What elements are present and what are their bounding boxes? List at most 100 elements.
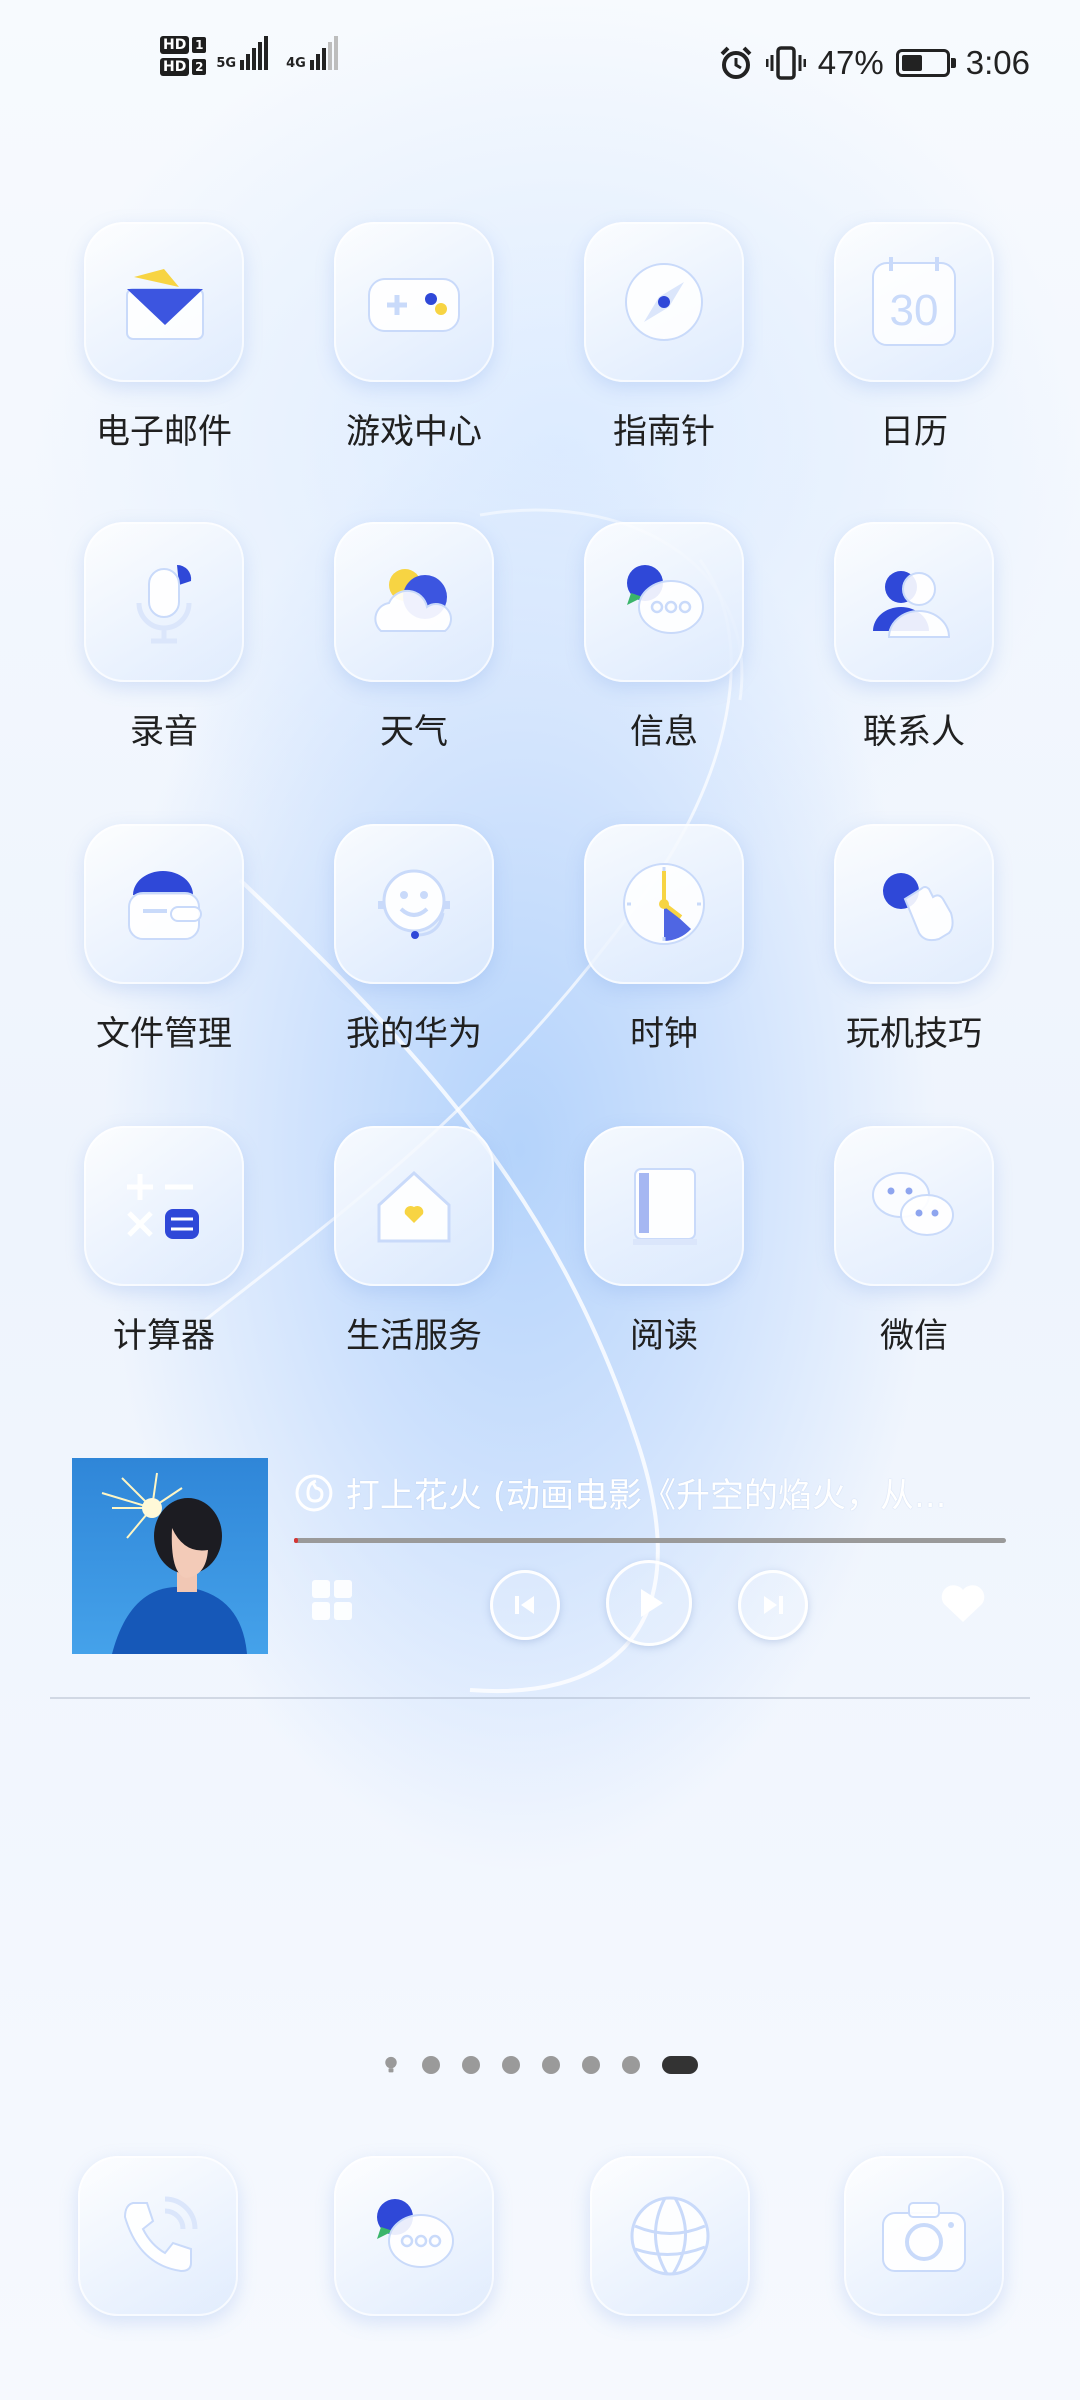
contacts-icon <box>873 571 951 638</box>
signal-area: HD 1 HD 2 5G 4G <box>160 36 338 76</box>
smiley-headset-icon <box>378 869 450 939</box>
app-my-huawei[interactable]: 我的华为 <box>304 824 524 1055</box>
sim2-signal: 4G <box>286 36 338 70</box>
battery-fill <box>901 55 922 71</box>
app-game-center[interactable]: 游戏中心 <box>304 222 524 453</box>
app-contacts[interactable]: 联系人 <box>804 522 1024 753</box>
app-tile[interactable] <box>834 824 994 984</box>
app-tile[interactable] <box>84 522 244 682</box>
app-email[interactable]: 电子邮件 <box>54 222 274 453</box>
tips-bulb-icon[interactable] <box>382 2056 400 2074</box>
hd-badge: HD <box>160 58 190 76</box>
clock-icon <box>623 863 705 945</box>
app-label: 信息 <box>630 712 698 752</box>
app-label: 计算器 <box>113 1316 215 1356</box>
app-tile[interactable] <box>334 824 494 984</box>
app-tile[interactable]: 30 <box>834 222 994 382</box>
widget-divider <box>50 1697 1030 1699</box>
book-icon <box>633 1168 697 1245</box>
song-row: 打上花火 (动画电影《升空的焰火，从... <box>294 1468 1004 1517</box>
hd-badge: HD <box>160 36 190 54</box>
app-tile[interactable] <box>334 1126 494 1286</box>
page-dot[interactable] <box>622 2056 640 2074</box>
progress-bar[interactable] <box>294 1538 1006 1543</box>
app-label: 我的华为 <box>346 1014 482 1054</box>
app-files[interactable]: 文件管理 <box>54 824 274 1055</box>
gamepad-icon <box>368 278 460 332</box>
app-clock[interactable]: 时钟 <box>554 824 774 1055</box>
next-icon <box>764 1596 783 1614</box>
app-tile[interactable] <box>334 222 494 382</box>
dock-phone[interactable] <box>78 2156 238 2316</box>
dock-messages[interactable] <box>334 2156 494 2316</box>
previous-icon <box>515 1596 534 1614</box>
play-icon <box>641 1589 663 1617</box>
dock-camera[interactable] <box>844 2156 1004 2316</box>
dock-browser[interactable] <box>590 2156 750 2316</box>
app-tile[interactable] <box>834 522 994 682</box>
app-tile[interactable] <box>584 824 744 984</box>
status-right: 47% 3:06 <box>718 44 1030 82</box>
app-tile[interactable] <box>84 824 244 984</box>
sim1-hd: HD 1 <box>160 36 207 54</box>
page-dot[interactable] <box>582 2056 600 2074</box>
app-calculator[interactable]: 计算器 <box>54 1126 274 1357</box>
page-indicator[interactable] <box>0 2056 1080 2074</box>
album-cover[interactable] <box>72 1458 268 1654</box>
app-label: 联系人 <box>863 712 965 752</box>
weather-icon <box>374 569 452 632</box>
microphone-icon <box>136 564 192 644</box>
page-dot[interactable] <box>502 2056 520 2074</box>
sim2-hd: HD 2 <box>160 58 207 76</box>
page-dot[interactable] <box>422 2056 440 2074</box>
calculator-icon <box>127 1174 199 1239</box>
folder-icon <box>128 871 202 940</box>
battery-percent: 47% <box>817 44 884 81</box>
song-title[interactable]: 打上花火 (动画电影《升空的焰火，从... <box>346 1468 1004 1517</box>
calendar-icon: 30 <box>872 257 956 346</box>
sim1-network-type: 5G <box>216 56 237 71</box>
app-reader[interactable]: 阅读 <box>554 1126 774 1357</box>
previous-button[interactable] <box>490 1570 560 1640</box>
app-wechat[interactable]: 微信 <box>804 1126 1024 1357</box>
app-label: 天气 <box>380 712 448 752</box>
page-dot[interactable] <box>542 2056 560 2074</box>
app-label: 文件管理 <box>96 1014 232 1054</box>
app-tile[interactable] <box>584 222 744 382</box>
app-tile[interactable] <box>334 522 494 682</box>
app-weather[interactable]: 天气 <box>304 522 524 753</box>
app-label: 生活服务 <box>346 1316 482 1356</box>
playlist-icon[interactable] <box>310 1578 354 1622</box>
netease-music-icon[interactable] <box>294 1473 334 1513</box>
app-tile[interactable] <box>84 1126 244 1286</box>
app-label: 日历 <box>880 412 948 452</box>
app-compass[interactable]: 指南针 <box>554 222 774 453</box>
app-tips[interactable]: 玩机技巧 <box>804 824 1024 1055</box>
app-label: 微信 <box>880 1316 948 1356</box>
app-messages[interactable]: 信息 <box>554 522 774 753</box>
sim1-number: 1 <box>192 37 207 53</box>
home-heart-icon <box>377 1170 451 1243</box>
app-tile[interactable] <box>84 222 244 382</box>
app-recorder[interactable]: 录音 <box>54 522 274 753</box>
page-dot-active[interactable] <box>662 2056 698 2074</box>
browser-globe-icon <box>630 2196 710 2276</box>
app-tile[interactable] <box>584 1126 744 1286</box>
sim1-signal: 5G <box>216 36 269 71</box>
tips-hand-icon <box>883 873 954 942</box>
heart-icon[interactable] <box>938 1582 988 1626</box>
app-label: 电子邮件 <box>96 412 232 452</box>
vibrate-icon <box>765 46 806 80</box>
play-button[interactable] <box>606 1560 692 1646</box>
messages-icon <box>377 2199 454 2268</box>
calendar-date: 30 <box>890 286 939 335</box>
app-tile[interactable] <box>584 522 744 682</box>
app-calendar[interactable]: 30 日历 <box>804 222 1024 453</box>
sim2-number: 2 <box>192 59 207 75</box>
app-tile[interactable] <box>834 1126 994 1286</box>
next-button[interactable] <box>738 1570 808 1640</box>
app-life-services[interactable]: 生活服务 <box>304 1126 524 1357</box>
app-label: 指南针 <box>613 412 715 452</box>
page-dot[interactable] <box>462 2056 480 2074</box>
app-label: 录音 <box>130 712 198 752</box>
